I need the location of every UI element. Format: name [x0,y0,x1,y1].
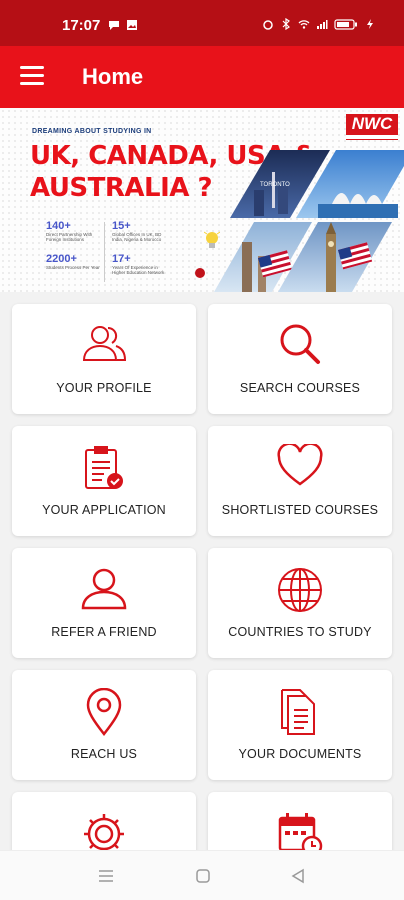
stat-students: 2200+ Students Process Per Year [46,253,100,270]
clipboard-check-icon [85,446,123,489]
reach-us-card[interactable]: REACH US [12,670,196,780]
card-label: REFER A FRIEND [51,625,157,639]
card-label: REACH US [70,747,138,761]
stat-partnerships: 140+ Direct Partnership With Foreign Ins… [46,220,93,242]
home-button-icon[interactable] [195,868,211,884]
chat-icon [109,21,119,30]
card-label: YOUR DOCUMENTS [238,747,362,761]
image-icon [127,20,137,30]
back-icon[interactable] [290,868,306,884]
banner-dot [195,268,205,278]
globe-icon [278,568,322,612]
charging-icon [367,19,373,29]
heart-icon [277,444,323,486]
card-label: COUNTRIES TO STUDY [228,625,372,639]
your-documents-card[interactable]: YOUR DOCUMENTS [208,670,392,780]
system-icons [262,18,376,30]
status-bar: 17:07 [0,0,404,46]
users-icon [82,326,127,361]
documents-icon [281,689,315,735]
battery-icon [334,19,357,30]
stat-divider [104,222,105,282]
user-icon [81,568,127,610]
nwc-logo: NWC [346,114,398,140]
your-profile-card[interactable]: YOUR PROFILE [12,304,196,414]
card-label: SHORTLISTED COURSES [221,503,379,517]
card-label: YOUR PROFILE [56,381,152,395]
alarm-icon [263,20,273,30]
notification-icons [108,19,138,31]
recent-apps-icon[interactable] [98,868,114,884]
card-label: SEARCH COURSES [239,381,361,395]
signal-icon [317,20,328,29]
search-courses-card[interactable]: SEARCH COURSES [208,304,392,414]
svg-text:TORONTO: TORONTO [260,182,290,188]
lightbulb-icon [204,230,220,248]
system-nav-bar [0,850,404,900]
wifi-icon [298,20,310,29]
refer-a-friend-card[interactable]: REFER A FRIEND [12,548,196,658]
page-title: Home [82,64,144,89]
card-label: YOUR APPLICATION [42,503,166,517]
shortlisted-courses-card[interactable]: SHORTLISTED COURSES [208,426,392,536]
stat-experience: 17+ Years Of Experience in Higher Educat… [112,253,165,275]
bluetooth-icon [282,18,290,30]
app-bar: Home [0,46,404,108]
landmarks-collage: TORONTO [214,150,404,292]
location-pin-icon [86,688,122,736]
countries-to-study-card[interactable]: COUNTRIES TO STUDY [208,548,392,658]
search-icon [280,324,320,364]
promo-banner[interactable]: NWC DREAMING ABOUT STUDYING IN UK, CANAD… [0,108,404,292]
hamburger-menu-icon[interactable] [20,66,44,86]
your-application-card[interactable]: YOUR APPLICATION [12,426,196,536]
stat-offices: 15+ Global Offices In UK, BD India, Nige… [112,220,162,242]
banner-tagline: DREAMING ABOUT STUDYING IN [32,128,152,135]
status-time: 17:07 [62,17,101,34]
